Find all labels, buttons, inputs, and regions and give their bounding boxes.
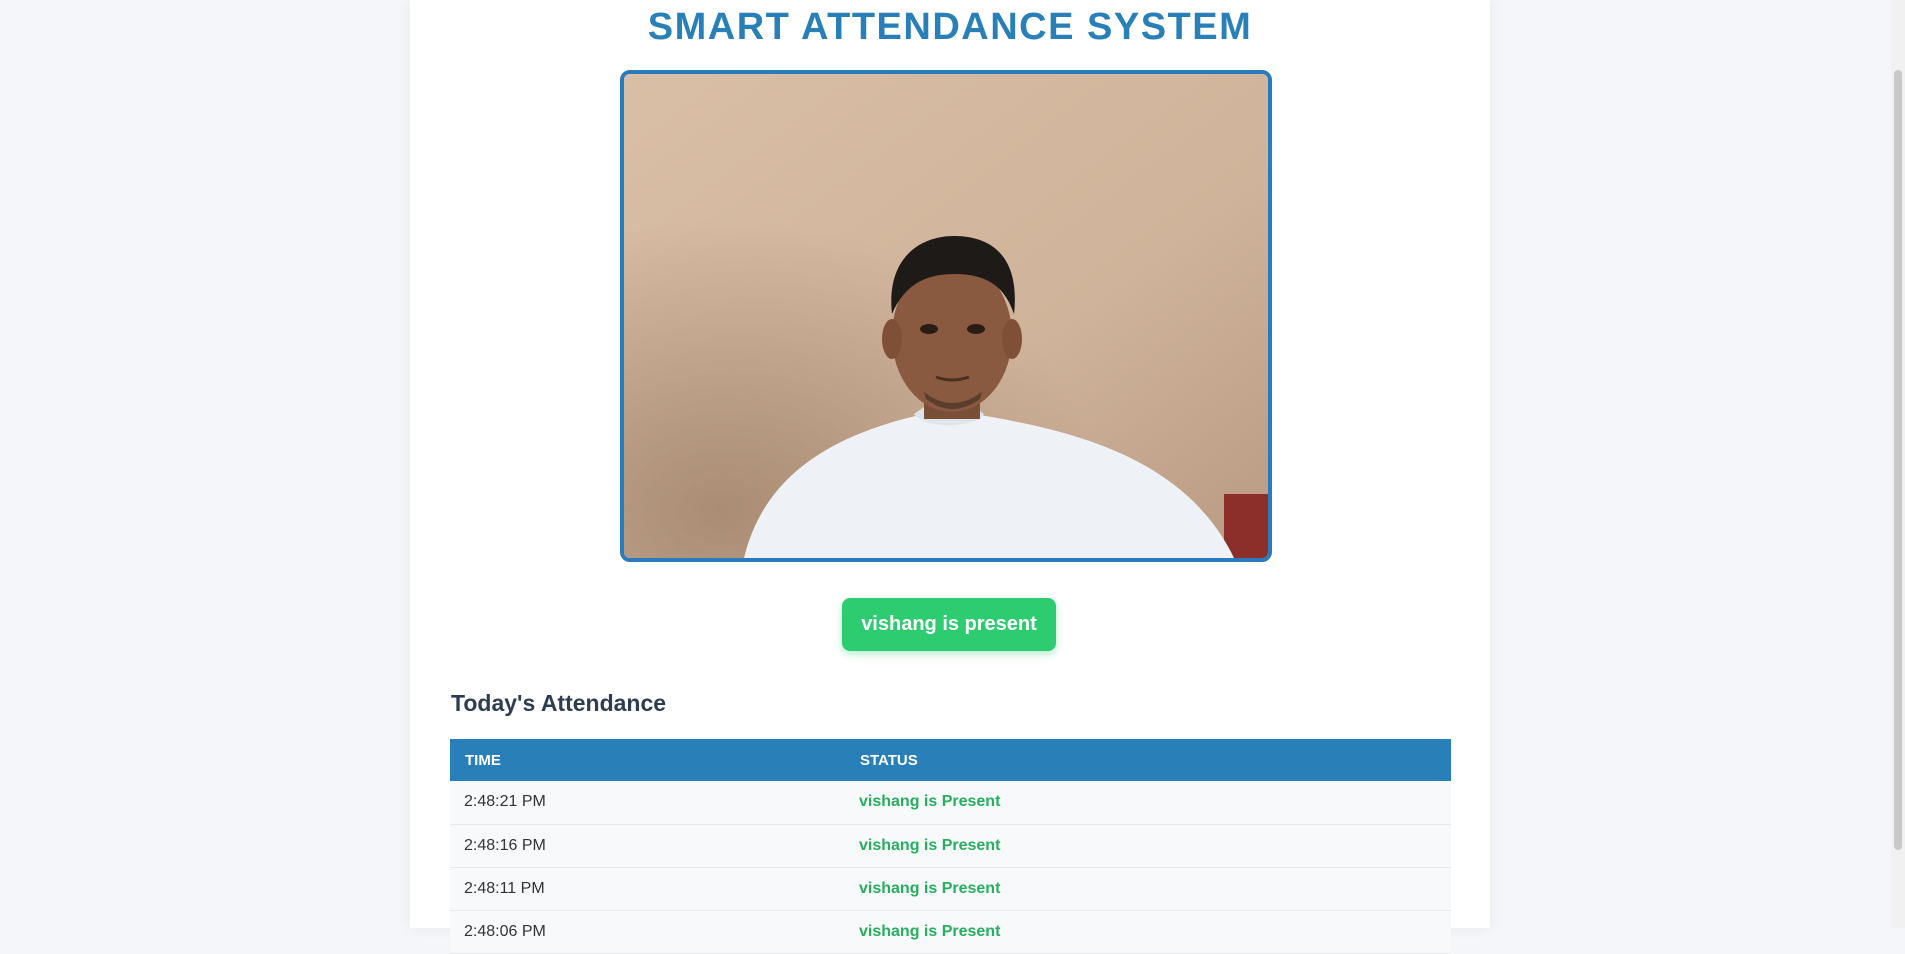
attendance-heading: Today's Attendance <box>451 690 667 716</box>
page-title: SMART ATTENDANCE SYSTEM <box>647 6 1253 48</box>
table-row: 2:48:16 PM vishang is Present <box>450 824 1451 867</box>
status-button[interactable]: vishang is present <box>842 598 1056 651</box>
scrollbar-thumb[interactable] <box>1894 70 1902 850</box>
row-status: vishang is Present <box>859 836 1001 854</box>
row-time: 2:48:16 PM <box>464 836 546 854</box>
column-header-time: TIME <box>465 751 501 769</box>
row-time: 2:48:11 PM <box>464 879 545 897</box>
webcam-feed <box>620 70 1272 562</box>
column-header-status: STATUS <box>860 751 918 769</box>
row-time: 2:48:21 PM <box>464 793 546 811</box>
table-row: 2:48:11 PM vishang is Present <box>450 867 1451 910</box>
page-scrollbar[interactable] <box>1891 0 1905 928</box>
webcam-image <box>624 74 1268 558</box>
row-status: vishang is Present <box>859 879 1001 897</box>
attendance-table: TIME STATUS 2:48:21 PM vishang is Presen… <box>450 739 1451 954</box>
row-time: 2:48:06 PM <box>464 922 546 940</box>
row-status: vishang is Present <box>859 793 1001 811</box>
table-header-row: TIME STATUS <box>450 739 1451 781</box>
table-row: 2:48:21 PM vishang is Present <box>450 781 1451 824</box>
main-card: SMART ATTENDANCE SYSTEM vishang is prese… <box>410 0 1490 953</box>
table-row: 2:48:06 PM vishang is Present <box>450 910 1451 953</box>
row-status: vishang is Present <box>859 922 1001 940</box>
